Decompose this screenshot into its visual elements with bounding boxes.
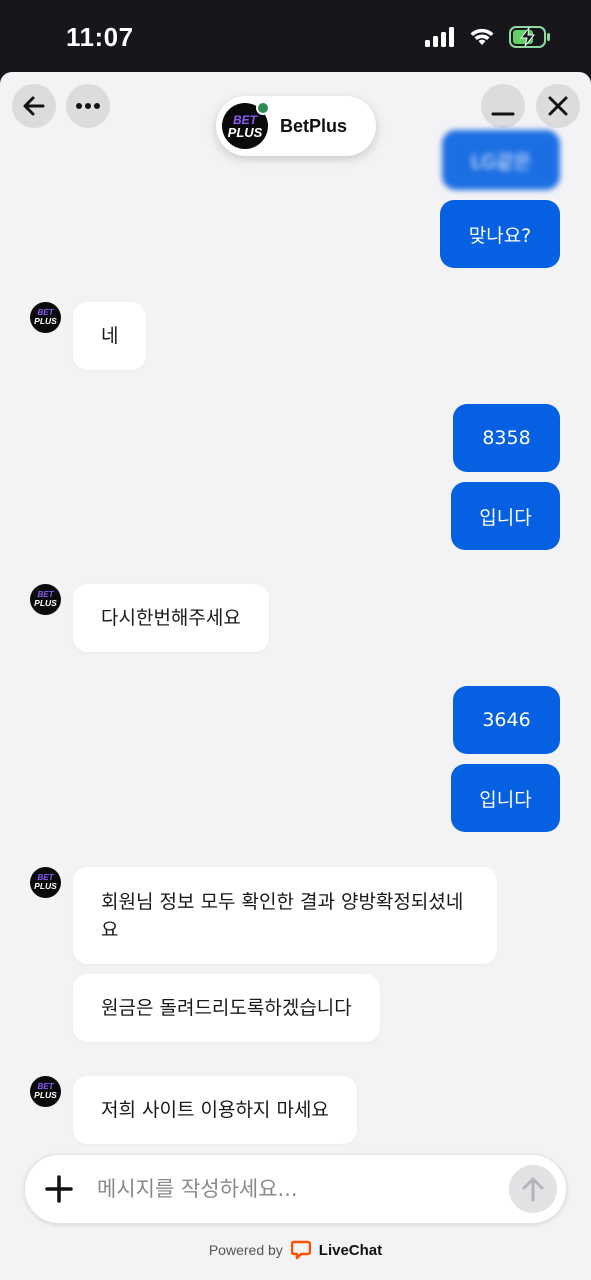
- status-icons: [425, 26, 551, 48]
- message-outgoing: 맞나요?: [440, 200, 560, 268]
- message-text: 네: [101, 325, 119, 347]
- message-incoming: 회원님 정보 모두 확인한 결과 양방확정되셨네요: [73, 867, 497, 964]
- arrow-up-icon: [522, 1177, 544, 1202]
- wifi-icon: [470, 28, 494, 45]
- brand-logo: BET PLUS: [222, 101, 270, 149]
- chat-window: BET PLUS BetPlus LG같은 맞나요? BET PLUS 네 835…: [0, 72, 591, 1280]
- cellular-signal-icon: [425, 27, 454, 47]
- message-composer: [24, 1154, 567, 1224]
- back-button[interactable]: [12, 84, 56, 128]
- status-time: 11:07: [66, 22, 134, 52]
- agent-name: BetPlus: [280, 115, 348, 136]
- message-text: 원금은 돌려드리도록하겠습니다: [101, 997, 352, 1019]
- send-button[interactable]: [509, 1165, 557, 1213]
- message-text: 입니다: [479, 788, 532, 811]
- powered-by-text: Powered by: [208, 1242, 283, 1258]
- arrow-left-icon: [23, 96, 45, 116]
- minimize-icon: [491, 112, 515, 116]
- online-status-dot: [256, 101, 270, 115]
- more-dots-icon: [76, 103, 100, 109]
- close-button[interactable]: [536, 84, 580, 128]
- message-incoming: 다시한번해주세요: [73, 584, 269, 652]
- message-outgoing: 3646: [453, 686, 560, 754]
- message-text: 다시한번해주세요: [101, 607, 241, 629]
- message-text: 8358: [482, 427, 531, 449]
- battery-charging-icon: [509, 26, 550, 48]
- message-text: 회원님 정보 모두 확인한 결과 양방확정되셨네요: [101, 890, 464, 941]
- agent-avatar: BET PLUS: [30, 584, 61, 615]
- status-bar: 11:07: [0, 0, 591, 72]
- message-text: 입니다: [479, 506, 532, 529]
- more-options-button[interactable]: [66, 84, 110, 128]
- message-incoming: 저희 사이트 이용하지 마세요: [73, 1076, 357, 1144]
- minimize-button[interactable]: [481, 84, 525, 128]
- agent-header[interactable]: BET PLUS BetPlus: [216, 96, 376, 156]
- message-outgoing: 입니다: [451, 482, 560, 550]
- agent-avatar: BET PLUS: [30, 302, 61, 333]
- livechat-logo-icon: [290, 1240, 311, 1260]
- message-text: LG같은: [470, 150, 532, 173]
- message-outgoing: LG같은: [442, 130, 560, 190]
- message-incoming: 네: [73, 302, 147, 370]
- message-outgoing: 8358: [453, 404, 560, 472]
- message-text: 3646: [482, 709, 531, 731]
- agent-avatar: BET PLUS: [30, 1076, 61, 1107]
- message-incoming: 원금은 돌려드리도록하겠습니다: [73, 974, 380, 1042]
- livechat-brand[interactable]: LiveChat: [319, 1242, 382, 1259]
- message-text: 저희 사이트 이용하지 마세요: [101, 1099, 329, 1121]
- close-icon: [548, 96, 568, 116]
- add-attachment-icon[interactable]: [43, 1173, 75, 1205]
- powered-by-footer: Powered by LiveChat: [0, 1240, 591, 1260]
- message-input[interactable]: [97, 1169, 497, 1209]
- agent-avatar: BET PLUS: [30, 867, 61, 898]
- message-outgoing: 입니다: [451, 764, 560, 832]
- message-text: 맞나요?: [468, 224, 532, 247]
